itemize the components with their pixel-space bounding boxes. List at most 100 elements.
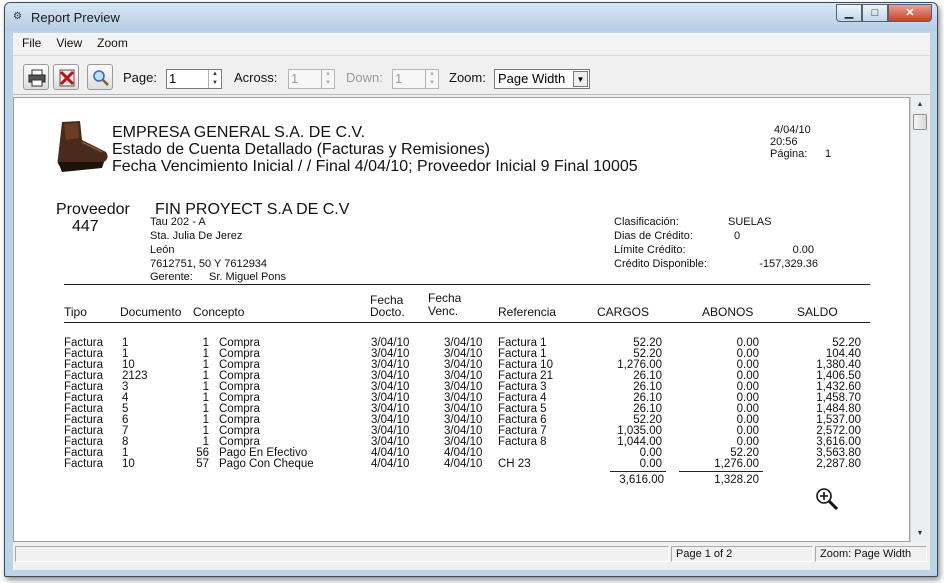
col-numero: 1 1 1 1 1 1 1 1 1 1 56 57 [179, 337, 209, 470]
menu-view[interactable]: View [53, 33, 88, 53]
table-cell: 1,276.00 [714, 458, 759, 470]
report-date: 4/04/10 [774, 124, 811, 136]
printer-icon [28, 69, 46, 87]
table-cell: 0.00 [639, 458, 662, 470]
scroll-up-icon[interactable]: ▲ [911, 97, 929, 113]
provider-id: 447 [72, 218, 99, 235]
title-bar[interactable]: ⚙ Report Preview ▁ □ ✕ [5, 3, 937, 31]
page-spinner[interactable]: 1 ▲ ▼ [166, 69, 222, 89]
status-pane-main [15, 546, 669, 562]
close-button[interactable]: ✕ [888, 4, 932, 22]
chevron-down-icon[interactable]: ▼ [573, 71, 588, 87]
col-header-documento: Documento [120, 305, 182, 319]
report-page-label: Página: [770, 148, 808, 160]
menu-zoom[interactable]: Zoom [94, 33, 134, 53]
window-title: Report Preview [31, 10, 120, 25]
manager-label: Gerente: [150, 271, 193, 283]
menu-file[interactable]: File [19, 33, 47, 53]
report-page: EMPRESA GENERAL S.A. DE C.V. Estado de C… [13, 97, 910, 542]
cancel-button[interactable] [53, 64, 79, 90]
scroll-thumb[interactable] [913, 114, 927, 130]
page-value: 1 [169, 71, 177, 86]
app-icon: ⚙ [13, 11, 22, 22]
col-header-fecha-venc: Fecha [428, 291, 462, 305]
manager-name: Sr. Miguel Pons [209, 271, 287, 283]
cargos-total-rule [610, 471, 666, 472]
address-line: Sta. Julia De Jerez [150, 230, 243, 242]
toolbar: Page: 1 ▲ ▼ Across: 1 ▲ ▼ Down: 1 ▲ ▼ Zoom:… [13, 55, 930, 95]
info-value: SUELAS [728, 216, 772, 228]
total-abonos: 1,328.20 [714, 474, 759, 486]
col-header-saldo: SALDO [797, 305, 838, 319]
header-top-rule [64, 284, 870, 285]
table-cell: Factura [64, 458, 103, 470]
col-header-concepto: Concepto [193, 305, 245, 319]
cancel-icon [59, 69, 75, 87]
col-cargos: 52.20 52.20 1,276.00 26.10 26.10 26.10 26.10 52… [574, 337, 662, 470]
col-header-fecha-docto: Docto. [370, 305, 405, 319]
zoom-cursor-icon [816, 488, 839, 511]
across-value: 1 [291, 71, 299, 86]
scroll-down-icon[interactable]: ▼ [911, 526, 929, 542]
magnifier-icon [93, 70, 109, 86]
table-cell: 4/04/10 [444, 458, 483, 470]
down-label: Down: [346, 70, 383, 85]
down-spinner[interactable]: 1 ▲ ▼ [392, 69, 439, 89]
info-label: Dias de Crédito: [614, 230, 693, 242]
page-label: Page: [123, 70, 157, 85]
minimize-button[interactable]: ▁ [836, 4, 862, 22]
col-saldo: 52.20 104.40 1,380.40 1,406.50 1,432.60 1,458… [764, 337, 861, 470]
total-cargos: 3,616.00 [619, 474, 664, 486]
col-fecha-venc: 3/04/10 3/04/10 3/04/10 3/04/10 3/04/10 3/04/… [444, 337, 483, 470]
table-cell: CH 23 [498, 458, 531, 470]
col-tipo: Factura Factura Factura Factura Factura Factu… [64, 337, 103, 470]
provider-label: Proveedor [56, 201, 130, 218]
down-value: 1 [395, 71, 403, 86]
report-subtitle: Fecha Vencimiento Inicial / / Final 4/04… [112, 158, 638, 175]
zoom-select[interactable]: Page Width ▼ [494, 69, 590, 89]
print-button[interactable] [23, 64, 49, 90]
col-header-referencia: Referencia [498, 305, 557, 319]
col-abonos: 0.00 0.00 0.00 0.00 0.00 0.00 0.00 0.00 0.00 0.00… [664, 337, 759, 470]
col-documento: 1 1 10 2123 3 4 5 6 7 8 1 10 [122, 337, 148, 470]
table-cell: 10 [122, 458, 135, 470]
table-cell: Pago Con Cheque [219, 458, 314, 470]
table-cell: 57 [196, 458, 209, 470]
zoom-value: Page Width [498, 71, 566, 86]
info-value: -157,329.36 [759, 258, 818, 270]
col-concepto: Compra Compra Compra Compra Compra Compra Comp… [219, 337, 314, 470]
table-cell: 2,287.80 [816, 458, 861, 470]
address-line: 7612751, 50 Y 7612934 [150, 258, 268, 270]
col-referencia: Factura 1 Factura 1 Factura 10 Factura 21 Fa… [498, 337, 553, 470]
report-title: Estado de Cuenta Detallado (Facturas y R… [112, 141, 490, 158]
vertical-scrollbar[interactable]: ▲ ▼ [910, 97, 928, 542]
report-preview-window: ⚙ Report Preview ▁ □ ✕ File View Zoom Pa… [4, 2, 938, 577]
info-label: Crédito Disponible: [614, 258, 707, 270]
abonos-total-rule [679, 471, 763, 472]
col-fecha-docto: 3/04/10 3/04/10 3/04/10 3/04/10 3/04/10 3/04/… [371, 337, 410, 470]
info-label: Clasificación: [614, 216, 679, 228]
header-bottom-rule [64, 322, 870, 323]
status-page: Page 1 of 2 [671, 546, 813, 562]
spinner-arrows-icon[interactable]: ▲ ▼ [208, 70, 221, 88]
zoom-button[interactable] [87, 64, 113, 90]
info-value: 0 [734, 230, 741, 242]
address-line: Tau 202 - A [150, 216, 206, 228]
menu-bar: File View Zoom [13, 33, 930, 53]
across-label: Across: [234, 70, 278, 85]
spinner-arrows-icon[interactable]: ▲ ▼ [321, 70, 334, 88]
zoom-label: Zoom: [449, 70, 486, 85]
col-header-tipo: Tipo [64, 305, 87, 319]
client-area: File View Zoom Page: 1 ▲ ▼ Across: 1 ▲ ▼… [13, 33, 930, 570]
report-page-number: 1 [825, 148, 832, 160]
info-label: Límite Crédito: [614, 244, 686, 256]
address-line: León [150, 244, 175, 256]
col-header-cargos: CARGOS [597, 305, 650, 319]
table-cell: 4/04/10 [371, 458, 410, 470]
report-time: 20:56 [770, 136, 798, 148]
maximize-button[interactable]: □ [862, 4, 888, 22]
spinner-arrows-icon[interactable]: ▲ ▼ [425, 70, 438, 88]
col-header-fecha-venc: Venc. [428, 304, 459, 318]
shoe-logo-icon [57, 121, 108, 172]
across-spinner[interactable]: 1 ▲ ▼ [288, 69, 335, 89]
